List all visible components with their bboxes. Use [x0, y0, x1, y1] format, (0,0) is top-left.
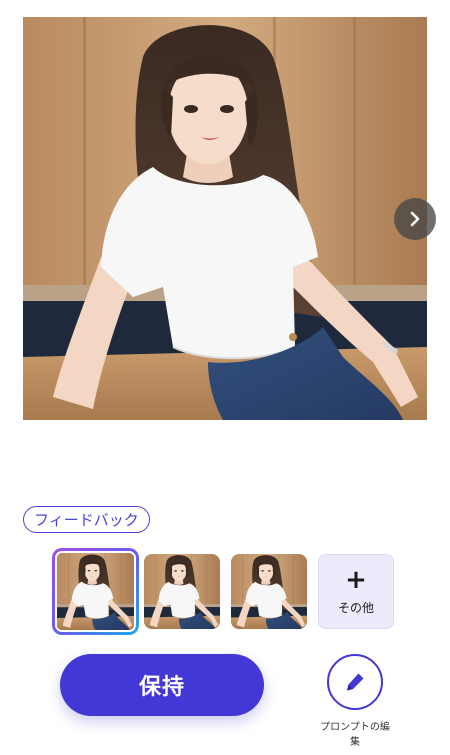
more-options-button[interactable]: + その他	[318, 554, 394, 629]
thumbnail-1[interactable]	[52, 548, 139, 635]
thumbnail-2[interactable]	[144, 554, 220, 629]
edit-prompt-label: プロンプトの編集	[320, 722, 390, 748]
feedback-button[interactable]: フィードバック	[23, 506, 150, 533]
plus-icon: +	[345, 565, 367, 595]
thumbnail-image	[57, 553, 134, 630]
thumbnail-strip: + その他	[52, 548, 402, 636]
edit-prompt-button[interactable]	[327, 654, 383, 710]
portrait-photo	[23, 17, 427, 420]
chevron-right-icon	[410, 211, 420, 227]
pen-icon	[347, 673, 364, 691]
thumbnail-3[interactable]	[231, 554, 307, 629]
generated-image[interactable]	[23, 17, 427, 420]
next-image-button[interactable]	[394, 198, 436, 240]
thumbnail-image	[144, 554, 220, 629]
thumbnail-image	[231, 554, 307, 629]
keep-button[interactable]: 保持	[60, 654, 264, 716]
more-label: その他	[337, 601, 374, 615]
